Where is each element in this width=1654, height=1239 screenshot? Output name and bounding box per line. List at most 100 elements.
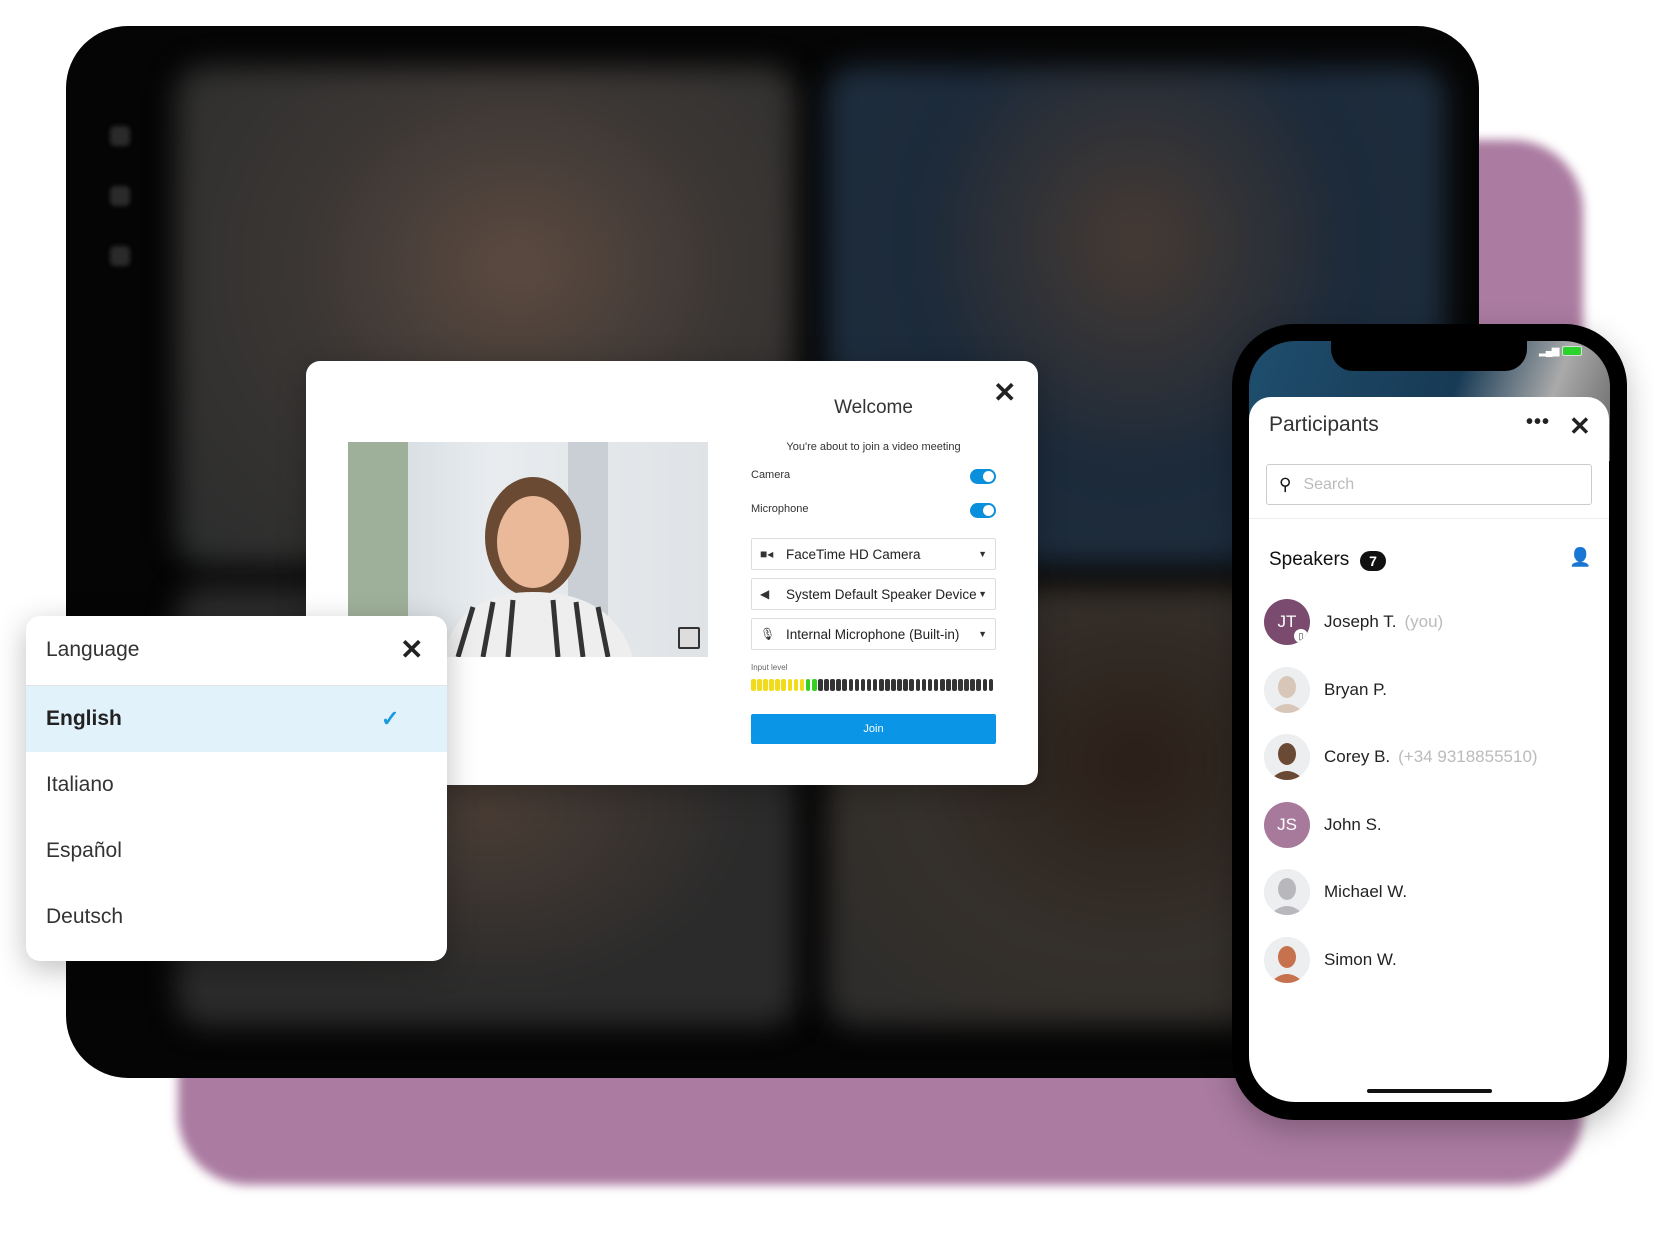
language-option-english[interactable]: English ✓ — [26, 686, 447, 752]
avatar — [1264, 869, 1310, 915]
camera-label: Camera — [751, 469, 791, 481]
language-option-label: English — [46, 707, 122, 730]
camera-select[interactable]: ■◂ FaceTime HD Camera ▼ — [751, 538, 996, 570]
language-title: Language — [46, 638, 140, 661]
participant-name: Joseph T. — [1324, 612, 1397, 631]
avatar-photo — [1264, 869, 1310, 915]
avatar — [1264, 936, 1310, 983]
level-segment — [982, 679, 988, 691]
avatar-initials: JS — [1277, 814, 1297, 834]
camera-select-value: FaceTime HD Camera — [786, 546, 921, 562]
participant-row[interactable]: Bryan P. — [1264, 666, 1388, 713]
mobile-device-icon: ▯ — [1294, 629, 1308, 643]
level-segment — [824, 679, 829, 691]
speakers-count-badge: 7 — [1360, 551, 1386, 571]
level-segment — [878, 679, 884, 691]
search-placeholder: Search — [1303, 475, 1355, 493]
avatar-initials: JT — [1277, 612, 1297, 631]
avatar-photo — [1264, 936, 1310, 983]
level-segment — [915, 679, 921, 691]
home-indicator — [1367, 1089, 1492, 1093]
language-option-español[interactable]: Español — [26, 818, 447, 884]
language-panel: Language ✕ English ✓ Italiano Español Deutsc… — [26, 616, 447, 961]
level-segment — [793, 679, 799, 691]
level-segment — [958, 679, 963, 691]
level-segment — [811, 679, 817, 691]
participant-name: Corey B. — [1324, 747, 1391, 766]
level-segment — [836, 679, 841, 691]
level-segment — [769, 679, 774, 691]
phone-device: ▂▄▆ Participants ••• ✕ ⚲ Search Speakers… — [1232, 324, 1627, 1120]
level-segment — [970, 679, 975, 691]
dialog-subtitle: You're about to join a video meeting — [786, 441, 961, 453]
level-segment — [787, 679, 793, 691]
participant-detail: (you) — [1404, 612, 1444, 631]
language-option-label: Español — [46, 839, 122, 862]
level-segment — [891, 679, 896, 691]
search-icon: ⚲ — [1279, 474, 1292, 494]
participant-name: Simon W. — [1324, 949, 1397, 969]
level-segment — [897, 679, 902, 691]
checkmark-icon: ✓ — [381, 706, 400, 731]
rail-icon — [110, 246, 130, 266]
join-button[interactable]: Join — [751, 714, 996, 744]
speaker-icon: ◀ — [760, 587, 770, 601]
level-segment — [848, 679, 854, 691]
level-segment — [988, 679, 994, 691]
level-segment — [903, 679, 908, 691]
microphone-select-value: Internal Microphone (Built-in) — [786, 626, 960, 642]
language-option-italiano[interactable]: Italiano — [26, 752, 447, 818]
level-segment — [751, 679, 756, 691]
participant-row[interactable]: Michael W. — [1264, 869, 1407, 915]
level-segment — [927, 679, 933, 691]
input-level-meter — [751, 679, 996, 691]
raise-hand-user-icon[interactable]: 👤 — [1569, 547, 1591, 568]
close-icon[interactable]: ✕ — [1569, 413, 1591, 439]
more-options-icon[interactable]: ••• — [1526, 411, 1550, 434]
language-option-label: Deutsch — [46, 905, 124, 928]
level-segment — [964, 679, 969, 691]
level-segment — [866, 679, 872, 691]
level-segment — [763, 679, 768, 691]
level-segment — [939, 679, 945, 691]
level-segment — [860, 679, 866, 691]
level-segment — [909, 679, 915, 691]
language-option-deutsch[interactable]: Deutsch — [26, 884, 447, 950]
participants-panel: Participants ••• ✕ ⚲ Search Speakers 7 👤… — [1249, 397, 1609, 1102]
chevron-down-icon: ▼ — [978, 589, 987, 599]
level-segment — [842, 679, 847, 691]
close-icon[interactable]: ✕ — [400, 636, 423, 664]
camera-toggle[interactable] — [970, 469, 996, 484]
speaker-select[interactable]: ◀ System Default Speaker Device ▼ — [751, 578, 996, 610]
participant-row[interactable]: JS John S. — [1264, 801, 1382, 848]
level-segment — [933, 679, 939, 691]
participant-detail: (+34 9318855510) — [1398, 747, 1538, 766]
rail-icon — [110, 186, 130, 206]
language-option-label: Italiano — [46, 773, 114, 796]
participant-row[interactable]: Corey B. (+34 9318855510) — [1264, 734, 1538, 780]
avatar — [1264, 734, 1310, 780]
avatar-photo — [1264, 666, 1310, 713]
microphone-toggle[interactable] — [970, 503, 996, 518]
microphone-icon: 🎙 — [760, 627, 776, 641]
participant-row[interactable]: JT ▯ Joseph T. (you) — [1264, 599, 1443, 645]
level-segment — [946, 679, 951, 691]
level-segment — [830, 679, 835, 691]
participant-row[interactable]: Simon W. — [1264, 936, 1397, 983]
microphone-select[interactable]: 🎙 Internal Microphone (Built-in) ▼ — [751, 618, 996, 650]
divider — [1249, 518, 1609, 519]
background-effect-icon[interactable] — [678, 627, 700, 649]
avatar: JS — [1264, 801, 1310, 848]
level-segment — [976, 679, 982, 691]
speakers-section-label: Speakers — [1269, 549, 1350, 570]
input-level-label: Input level — [751, 663, 788, 672]
search-input[interactable]: ⚲ Search — [1266, 464, 1592, 505]
level-segment — [818, 679, 823, 691]
participant-name: Michael W. — [1324, 882, 1408, 901]
participants-title: Participants — [1269, 413, 1379, 436]
participant-name: Bryan P. — [1324, 679, 1388, 699]
microphone-label: Microphone — [751, 503, 809, 515]
close-icon[interactable]: ✕ — [993, 379, 1016, 407]
speaker-select-value: System Default Speaker Device — [786, 586, 977, 602]
level-segment — [952, 679, 957, 691]
